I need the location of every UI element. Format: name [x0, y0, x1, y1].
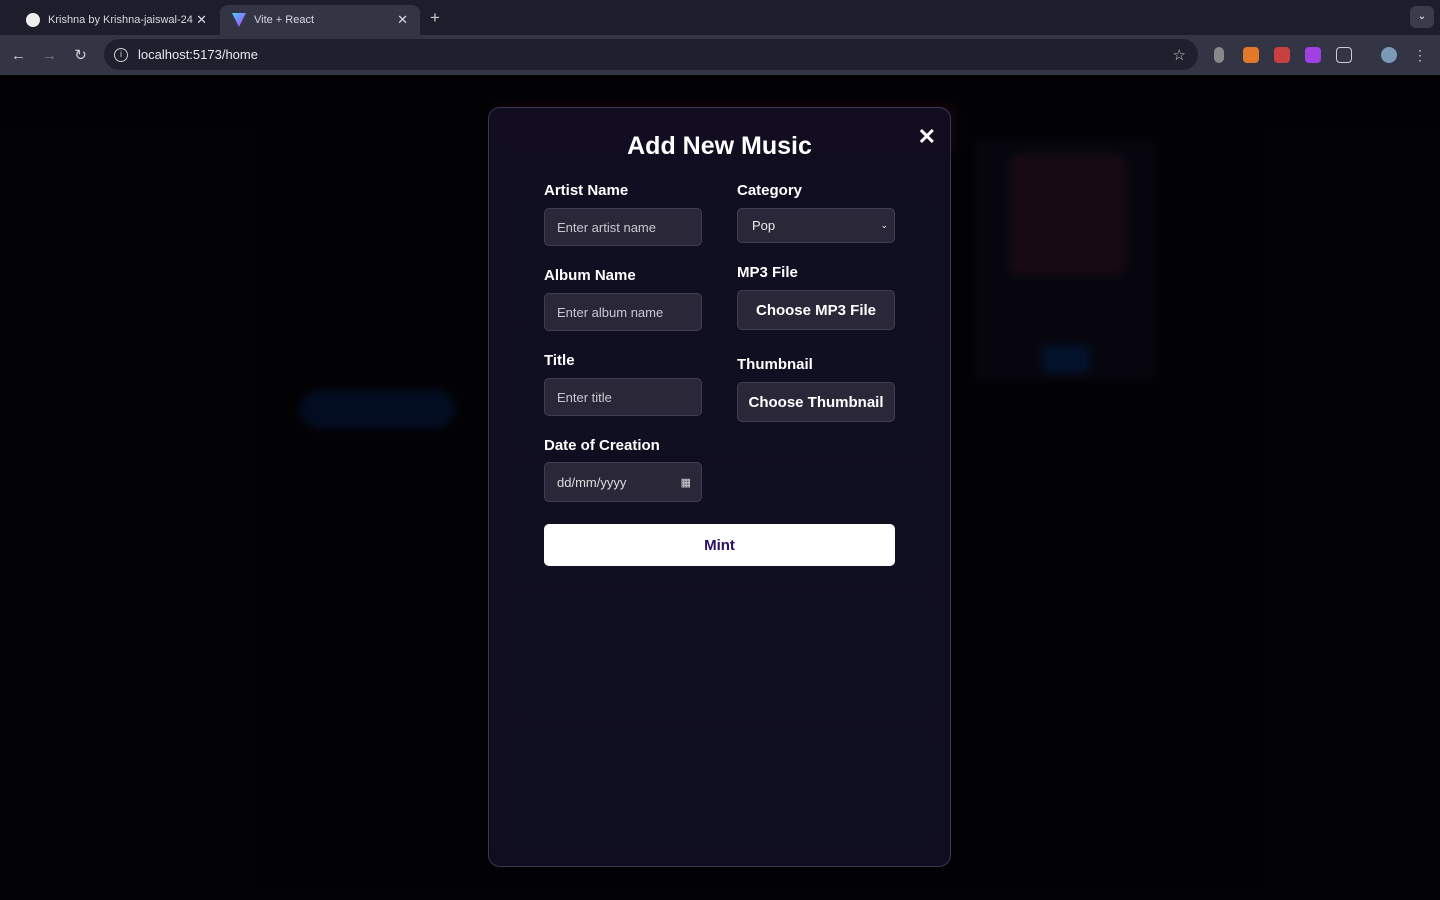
category-value: Pop	[752, 218, 776, 233]
tab-label: Vite + React	[254, 14, 315, 26]
tab-search-button[interactable]: ⌄	[1410, 6, 1434, 28]
extension-icon[interactable]	[1214, 47, 1224, 63]
bookmark-star-icon[interactable]: ☆	[1173, 46, 1186, 64]
choose-mp3-button[interactable]: Choose MP3 File	[737, 290, 895, 330]
close-tab-icon[interactable]: ✕	[397, 12, 408, 28]
mint-button[interactable]: Mint	[544, 524, 895, 566]
close-tab-icon[interactable]: ✕	[196, 12, 207, 28]
category-label: Category	[737, 182, 803, 199]
menu-kebab-icon[interactable]: ⋮	[1413, 47, 1429, 63]
address-bar[interactable]: i localhost:5173/home ☆	[104, 39, 1198, 70]
github-icon	[26, 13, 40, 27]
chevron-down-icon: ⌄	[880, 220, 888, 230]
date-input[interactable]: dd/mm/yyyy ▦	[544, 462, 702, 502]
reload-button[interactable]: ↻	[65, 46, 96, 64]
browser-toolbar: ← → ↻ i localhost:5173/home ☆ ⋮	[0, 35, 1440, 75]
url-text: localhost:5173/home	[138, 47, 258, 62]
artist-name-label: Artist Name	[544, 182, 629, 199]
metamask-icon[interactable]	[1243, 47, 1259, 63]
vite-icon	[232, 13, 246, 27]
extension-icon[interactable]	[1274, 47, 1290, 63]
close-icon[interactable]: ✕	[918, 124, 936, 150]
tab-vite[interactable]: Vite + React ✕	[220, 5, 420, 35]
date-label: Date of Creation	[544, 437, 660, 454]
forward-button[interactable]: →	[34, 47, 65, 64]
new-tab-button[interactable]: +	[430, 8, 440, 28]
title-label: Title	[544, 352, 575, 369]
site-info-icon[interactable]: i	[114, 47, 128, 62]
avatar[interactable]	[1381, 47, 1397, 63]
date-placeholder: dd/mm/yyyy	[557, 474, 627, 490]
artist-name-input[interactable]	[544, 208, 702, 246]
tab-bar: Krishna by Krishna-jaiswal-24 ✕ Vite + R…	[0, 0, 1440, 35]
album-name-label: Album Name	[544, 267, 636, 284]
mp3-file-label: MP3 File	[737, 264, 798, 281]
tab-github[interactable]: Krishna by Krishna-jaiswal-24 ✕	[14, 5, 219, 35]
extension-icon[interactable]	[1305, 47, 1321, 63]
choose-thumbnail-button[interactable]: Choose Thumbnail	[737, 382, 895, 422]
thumbnail-label: Thumbnail	[737, 356, 813, 373]
puzzle-extensions-icon[interactable]	[1336, 47, 1352, 63]
add-music-modal: Add New Music ✕ Artist Name Album Name T…	[488, 107, 951, 867]
modal-title: Add New Music	[627, 132, 812, 160]
category-select[interactable]: Pop ⌄	[737, 208, 895, 243]
calendar-icon[interactable]: ▦	[681, 476, 691, 489]
title-input[interactable]	[544, 378, 702, 416]
back-button[interactable]: ←	[3, 47, 34, 64]
tab-label: Krishna by Krishna-jaiswal-24	[48, 14, 193, 26]
album-name-input[interactable]	[544, 293, 702, 331]
